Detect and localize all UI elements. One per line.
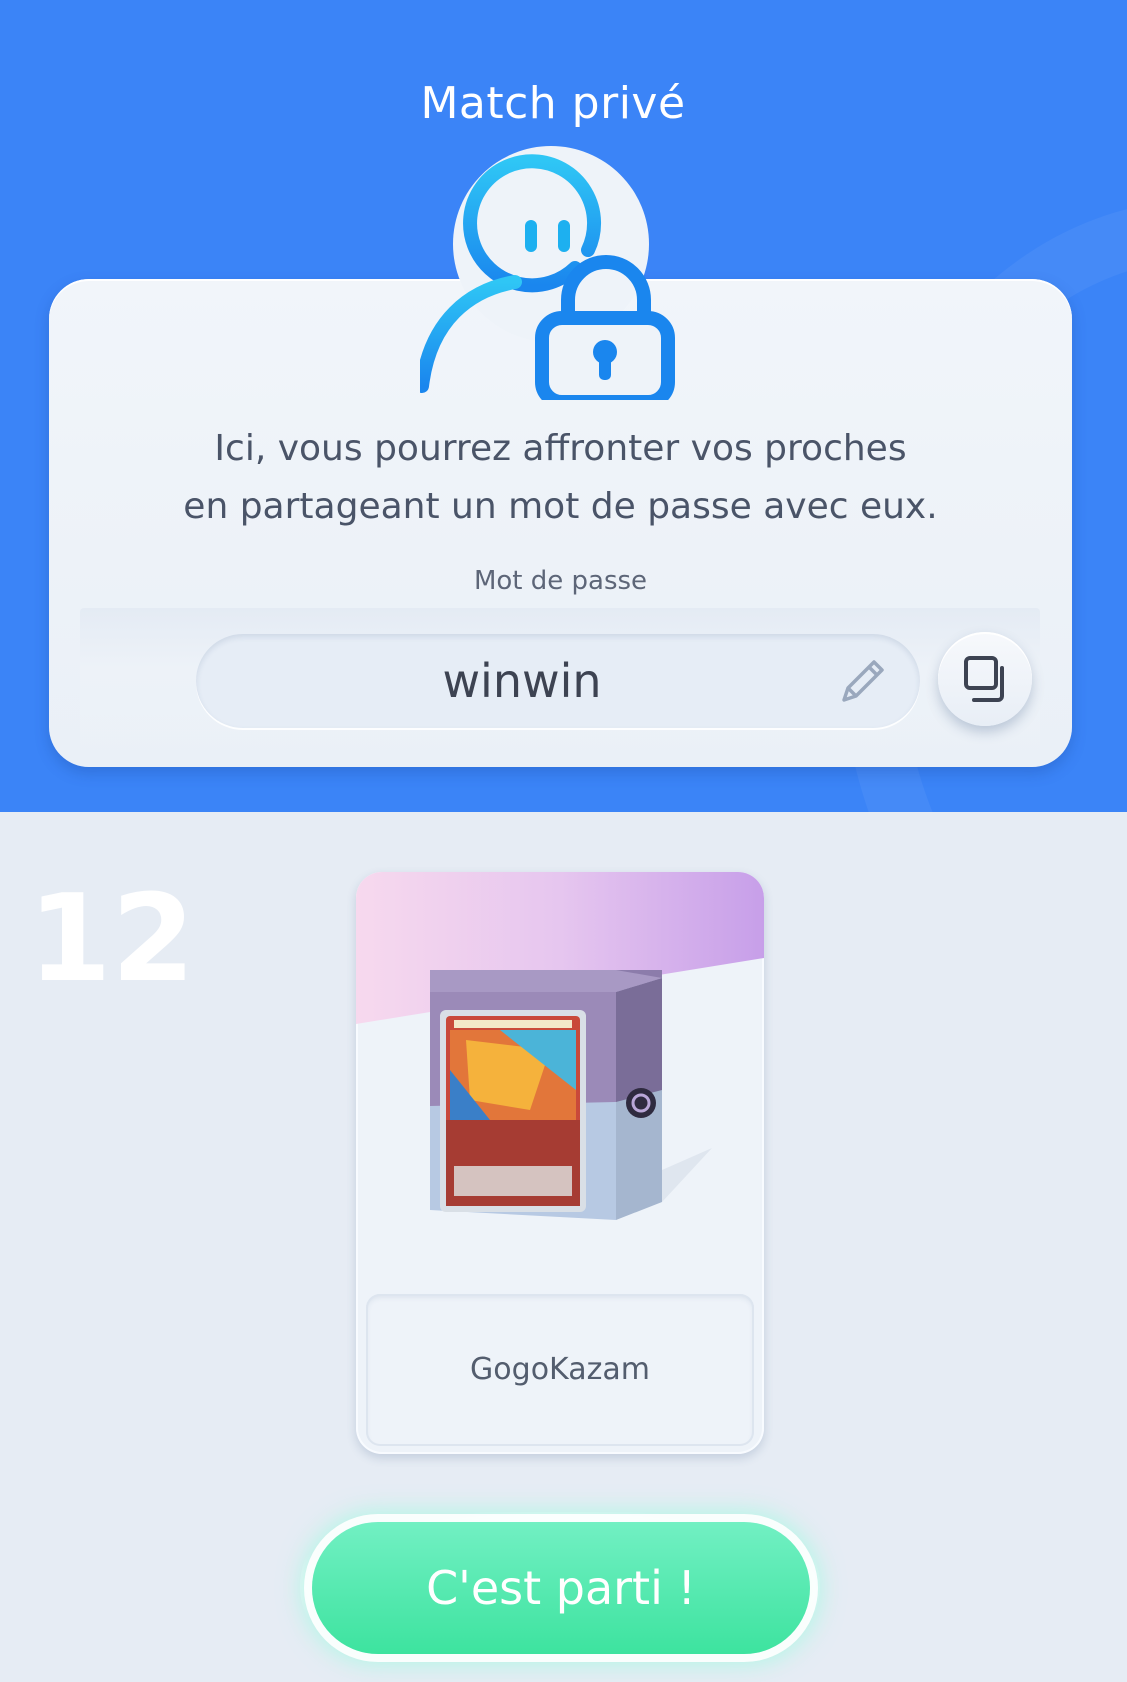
panel-description: Ici, vous pourrez affronter vos proches …: [49, 420, 1072, 536]
start-button[interactable]: C'est parti !: [312, 1522, 810, 1654]
description-line-2: en partageant un mot de passe avec eux.: [183, 486, 938, 527]
deck-count: 12: [28, 870, 195, 1009]
page-title: Match privé: [420, 78, 686, 129]
deck-name-box: GogoKazam: [366, 1294, 754, 1446]
description-line-1: Ici, vous pourrez affronter vos proches: [214, 428, 907, 469]
deck-box-icon: [430, 970, 712, 1220]
password-label: Mot de passe: [473, 566, 648, 596]
deck-name: GogoKazam: [470, 1352, 650, 1387]
locked-player-icon: [420, 154, 675, 400]
copy-button[interactable]: [938, 632, 1032, 726]
copy-icon: [964, 656, 1004, 702]
password-field[interactable]: winwin: [196, 634, 920, 728]
pencil-icon[interactable]: [834, 654, 890, 710]
password-value: winwin: [442, 654, 602, 708]
